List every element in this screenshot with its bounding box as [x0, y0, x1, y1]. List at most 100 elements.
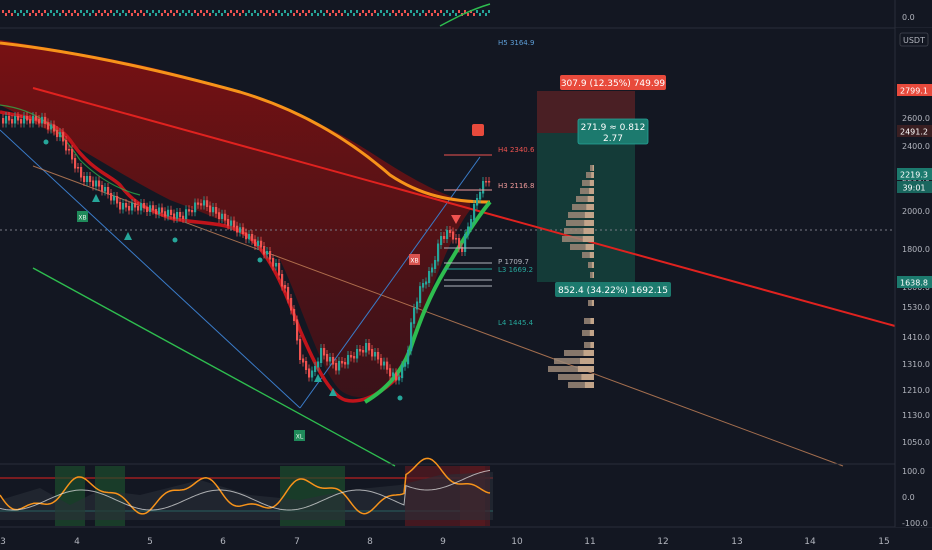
candle-body [197, 202, 200, 205]
top-strip-tick [224, 10, 226, 13]
candle-body [2, 118, 5, 124]
top-strip-tick [425, 13, 427, 16]
candle-body [488, 181, 491, 183]
top-strip-tick [437, 13, 439, 16]
top-strip-tick [140, 10, 142, 13]
top-strip-tick [41, 13, 43, 16]
candle-body [17, 116, 20, 121]
top-strip-tick [302, 10, 304, 13]
top-strip-tick [26, 10, 28, 13]
candle-body [71, 149, 74, 160]
candle-body [149, 205, 152, 212]
top-strip-tick [233, 13, 235, 16]
pivot-h5-label: H5 3164.9 [498, 39, 534, 47]
volume-profile-bar-inner [590, 342, 594, 348]
top-strip-tick [32, 10, 34, 13]
volume-profile-bar-inner [584, 212, 594, 218]
candle-body [284, 285, 287, 289]
candle-body [338, 361, 341, 371]
candle-body [302, 358, 305, 363]
volume-profile-bar-inner [586, 204, 594, 210]
top-strip-tick [230, 10, 232, 13]
candle-body [185, 209, 188, 219]
top-strip-tick [356, 10, 358, 13]
top-strip-tick [206, 10, 208, 13]
candle-body [413, 307, 416, 324]
top-strip-tick [407, 13, 409, 16]
top-strip-tick [311, 13, 313, 16]
top-strip-tick [137, 13, 139, 16]
candle-body [218, 212, 221, 219]
volume-profile-bar-inner [577, 366, 594, 372]
top-strip-tick [458, 10, 460, 13]
top-strip-tick [11, 13, 13, 16]
stop-label: 852.4 (34.22%) 1692.15 [555, 282, 671, 297]
candle-body [152, 205, 155, 211]
svg-text:XB: XB [410, 258, 418, 265]
top-strip-tick [89, 13, 91, 16]
candle-body [314, 366, 317, 372]
candle-body [20, 119, 23, 124]
top-strip-tick [23, 13, 25, 16]
top-strip-tick [29, 13, 31, 16]
time-axis-label: 14 [804, 537, 816, 547]
risk-reward-label: 271.9 ≈ 0.812 2.77 [577, 118, 649, 145]
candle-body [86, 176, 89, 182]
candle-body [104, 187, 107, 192]
volume-profile-bar-inner [580, 358, 594, 364]
top-strip-tick [314, 10, 316, 13]
volume-profile-bar-inner [592, 165, 594, 171]
top-strip-tick [191, 13, 193, 16]
top-strip-tick [260, 10, 262, 13]
candle-body [374, 352, 377, 357]
time-axis[interactable]: 3 4 5 6 7 8 9 10 11 12 13 14 15 [0, 528, 932, 550]
top-strip-tick [71, 13, 73, 16]
candle-body [50, 124, 53, 130]
top-strip-tick [338, 10, 340, 13]
candle-body [320, 348, 323, 363]
svg-text:2219.3: 2219.3 [900, 171, 928, 180]
top-strip-tick [389, 13, 391, 16]
volume-profile-bar-inner [591, 172, 594, 178]
top-strip-tick [197, 13, 199, 16]
candle-body [293, 309, 296, 321]
candle-body [122, 203, 125, 210]
candle-body [278, 263, 281, 276]
candle-body [116, 196, 119, 204]
pivot-p-label: P 1709.7 [498, 258, 529, 266]
top-strip-tick [467, 13, 469, 16]
top-strip-tick [179, 13, 181, 16]
candle-body [77, 167, 80, 169]
volume-profile-bar-inner [589, 180, 594, 186]
top-strip-tick [347, 13, 349, 16]
candle-body [290, 298, 293, 311]
top-strip-tick [401, 13, 403, 16]
candle-body [47, 122, 50, 130]
candle-body [98, 180, 101, 187]
trading-chart[interactable]: H5 3164.9 H4 2340.6 H3 2116.8 P 1709.7 L… [0, 0, 932, 550]
candle-body [119, 202, 122, 210]
volume-profile-bar-inner [591, 262, 594, 268]
candle-body [485, 181, 488, 183]
svg-text:XB: XB [78, 215, 86, 222]
candle-body [353, 356, 356, 359]
candle-body [164, 211, 167, 217]
candle-body [65, 140, 68, 151]
candle-body [401, 365, 404, 379]
candle-body [356, 349, 359, 359]
candle-body [260, 240, 263, 248]
pivot-h4-label: H4 2340.6 [498, 146, 535, 154]
top-strip-tick [251, 13, 253, 16]
candle-body [368, 343, 371, 351]
top-strip-tick [2, 10, 4, 13]
price-tick-label: 1130.0 [902, 411, 930, 420]
price-tick-label: 1050.0 [902, 438, 930, 447]
price-axis[interactable]: USDT 0.0 2600.02400.02200.02000.01800.01… [894, 0, 932, 528]
top-strip-tick [473, 13, 475, 16]
sell-flag-marker [472, 124, 484, 136]
candle-body [38, 119, 41, 124]
candle-body [209, 205, 212, 213]
candle-body [347, 355, 350, 365]
candle-body [146, 206, 149, 212]
top-strip-tick [35, 13, 37, 16]
